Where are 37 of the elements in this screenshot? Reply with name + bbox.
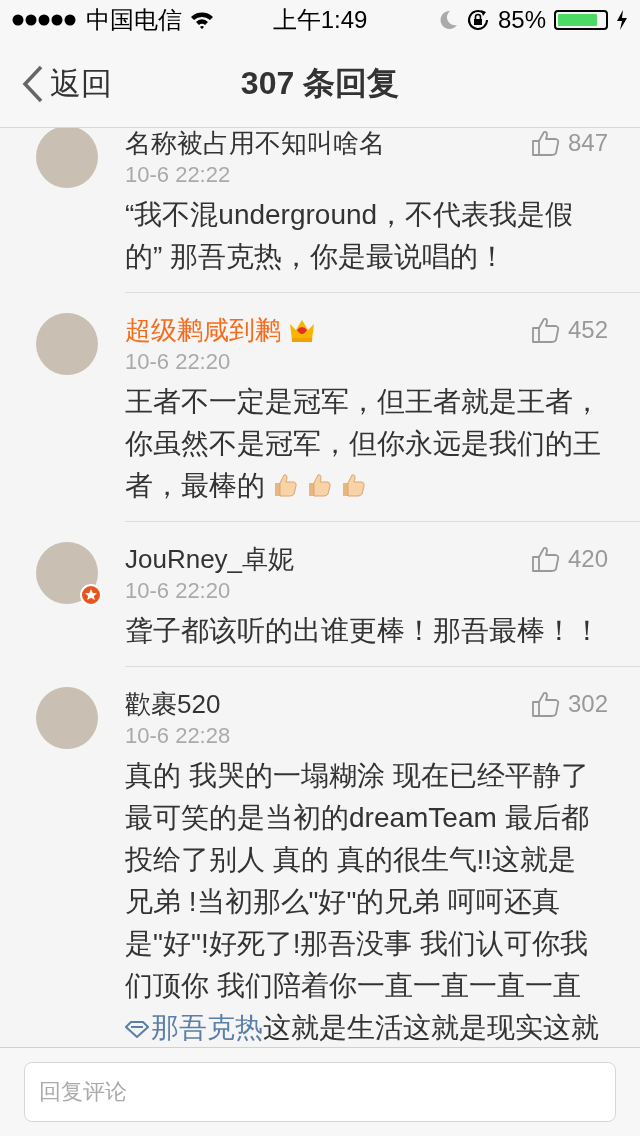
comment-time: 10-6 22:20: [125, 577, 232, 605]
like-button[interactable]: 302: [531, 690, 608, 718]
battery-percent: 85%: [497, 6, 546, 34]
comment-time: 10-6 22:22: [125, 161, 232, 189]
comment-time: 10-6 22:28: [125, 722, 232, 750]
signal-icon: [12, 14, 78, 26]
rotation-lock-icon: [465, 8, 490, 32]
reply-input-field[interactable]: 回复评论: [24, 1062, 616, 1122]
carrier-name: 中国电信: [86, 5, 182, 35]
user-name[interactable]: 超级鹣咸到鹣: [125, 312, 281, 348]
topic-link[interactable]: 那吾克热: [125, 1012, 263, 1043]
comment-time: 10-6 22:20: [125, 348, 232, 376]
user-name[interactable]: 歡裹520: [125, 686, 221, 722]
like-button[interactable]: 847: [531, 129, 608, 157]
comment-text: 真的 我哭的一塌糊涂 现在已经平静了最可笑的是当初的dreamTeam 最后都投给了别人 真的 真的很生气!!这就是兄弟 !当初那么"好"的兄弟 呵呵还真是"好"!好死了!那吾没事 我们认可你我们顶你 我们陪着你一直一直一直一直 那吾克热这就是生活这就是现实这就: [125, 759, 600, 1045]
comment-text: 王者不一定是冠军，但王者就是王者，你虽然不是冠军，但你永远是我们的王者，最棒的: [125, 385, 602, 503]
avatar-placeholder[interactable]: [36, 128, 98, 188]
user-name[interactable]: JouRney_卓妮: [125, 541, 295, 577]
chevron-left-icon: [22, 64, 44, 103]
verified-badge-icon: [80, 584, 102, 606]
page-title: 307 条回复: [240, 63, 400, 103]
battery-icon: [554, 10, 608, 30]
moon-icon: [439, 10, 458, 30]
thumbs-up-icon: [531, 691, 560, 717]
like-button[interactable]: 420: [531, 545, 608, 573]
like-button[interactable]: 452: [531, 316, 608, 344]
charging-bolt-icon: [616, 10, 628, 30]
thumbs-up-icon: [531, 546, 560, 572]
user-name[interactable]: 名称被占用不知叫啥名: [125, 128, 385, 161]
comment-text: 聋子都该听的出谁更棒！那吾最棒！！: [125, 614, 602, 648]
thumbs-up-icon: [531, 130, 560, 156]
wifi-icon: [190, 11, 214, 29]
diamond-icon: [125, 1020, 149, 1038]
status-time: 上午1:49: [272, 5, 368, 35]
comment-text: “我不混underground，不代表我是假的” 那吾克热，你是最说唱的！: [125, 198, 575, 274]
thumbs-up-icon: [531, 317, 560, 343]
back-button[interactable]: 返回: [0, 62, 112, 105]
